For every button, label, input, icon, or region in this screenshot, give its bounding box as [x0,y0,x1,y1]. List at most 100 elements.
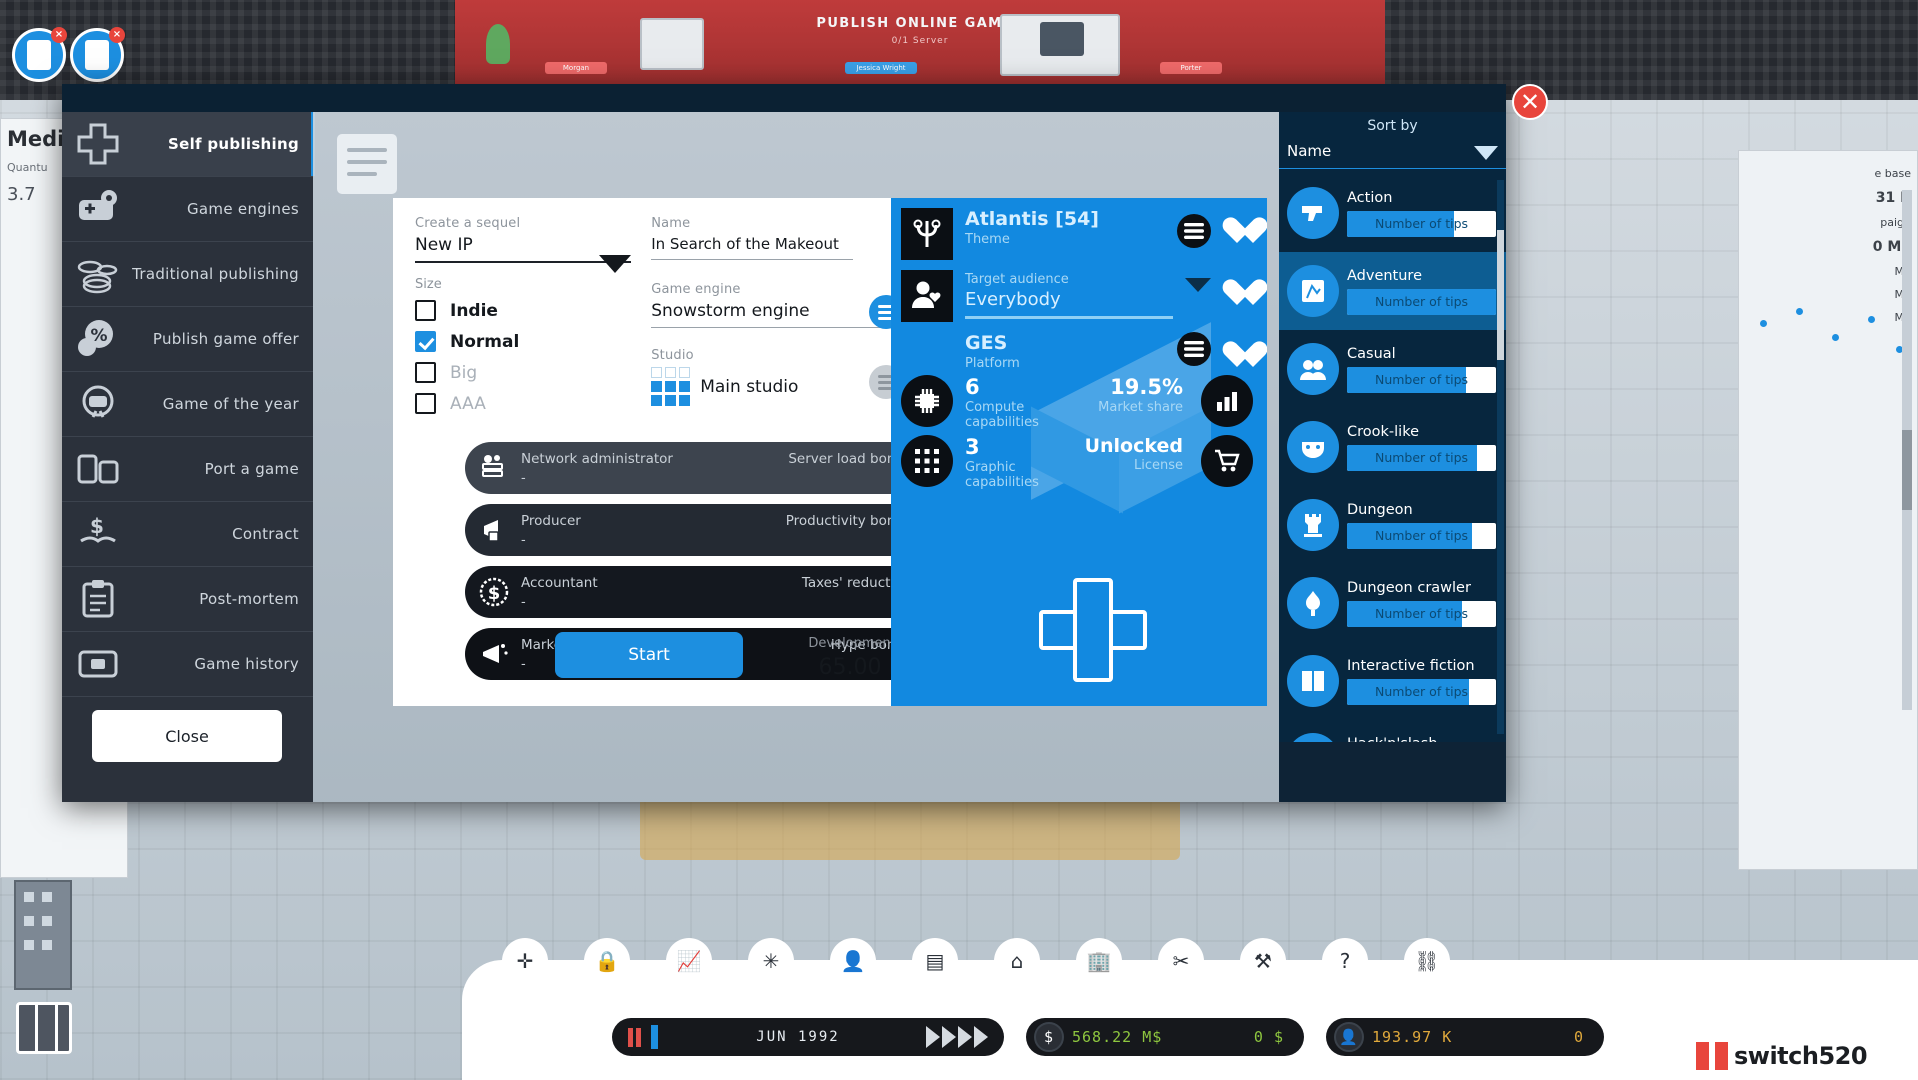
publish-online-games-banner: PUBLISH ONLINE GAMES 0/1 Server [455,0,1385,96]
start-button[interactable]: Start [555,632,743,678]
sidebar-item-port-a-game[interactable]: Port a game [62,437,313,502]
scrollbar-thumb[interactable] [1902,430,1912,510]
create-sequel-select[interactable]: New IP [415,235,631,273]
name-input[interactable]: In Search of the Makeout [651,235,853,253]
buy-license-cart-icon[interactable] [1201,434,1253,487]
role-card-producer[interactable]: Producer - Productivity bonus - [465,504,929,556]
tips-bar[interactable]: Number of tips [1347,444,1496,471]
minimized-window-1[interactable]: × [12,27,67,82]
sidebar-item-label: Contract [232,525,299,543]
sidebar-item-self-publishing[interactable]: Self publishing [62,112,315,177]
create-sequel-label: Create a sequel [415,216,521,231]
sidebar-item-game-engines[interactable]: Game engines [62,177,313,242]
megaphone-stars-icon [473,633,515,675]
genre-name: Action [1347,189,1393,206]
favorite-audience-icon[interactable] [1223,280,1253,307]
tips-bar[interactable]: Number of tips [1347,288,1496,315]
link-icon[interactable]: ⛓ [1404,938,1450,984]
size-option-big[interactable]: Big [415,362,643,383]
sidebar-item-game-of-the-year[interactable]: Game of the year [62,372,313,437]
sidebar-item-post-mortem[interactable]: Post-mortem [62,567,313,632]
platform-list-button[interactable] [1177,332,1211,366]
close-button[interactable]: Close [92,710,282,762]
genre-item-adventure[interactable]: Adventure Number of tips [1279,252,1506,330]
favorite-theme-icon[interactable] [1223,218,1253,245]
tips-placeholder: Number of tips [1374,606,1469,621]
tips-bar[interactable]: Number of tips [1347,522,1496,549]
dpad-icon[interactable]: ✛ [502,938,548,984]
checkbox-aaa[interactable] [415,393,436,414]
game-engine-value[interactable]: Snowstorm engine [651,301,903,321]
time-control-pill[interactable]: JUN 1992 [612,1018,1004,1056]
tips-bar[interactable]: Number of tips [1347,678,1496,705]
genre-item-dungeon[interactable]: Dungeon Number of tips [1279,486,1506,564]
sidebar-item-publish-game-offer[interactable]: % Publish game offer [62,307,313,372]
tips-bar[interactable]: Number of tips [1347,210,1496,237]
role-value: - [521,532,526,548]
genre-list[interactable]: Action Number of tips Adventure Number o… [1279,174,1506,742]
platform-label: Platform [965,356,1020,371]
genre-item-hack-n-slash[interactable]: Hack'n'slash Number of tips [1279,720,1506,742]
platform-row[interactable]: GES Platform [891,322,1267,371]
home-icon[interactable]: ⌂ [994,938,1040,984]
tips-bar[interactable]: Number of tips [1347,600,1496,627]
brand-text: switch520 [1734,1042,1868,1070]
genre-scrollbar[interactable] [1497,180,1504,734]
close-dialog-button[interactable]: ✕ [1512,84,1548,120]
checkbox-normal[interactable] [415,331,436,352]
genre-item-dungeon-crawler[interactable]: Dungeon crawler Number of tips [1279,564,1506,642]
employee-nametag: Jessica Wright [845,62,917,74]
genre-item-crook-like[interactable]: Crook-like Number of tips [1279,408,1506,486]
role-value: - [521,470,526,486]
book-icon [1287,655,1339,707]
camera-icon[interactable]: ▤ [912,938,958,984]
tips-bar[interactable]: Number of tips [1347,366,1496,393]
chart-icon[interactable]: 📈 [666,938,712,984]
question-icon[interactable]: ? [1322,938,1368,984]
role-card-accountant[interactable]: $ Accountant - Taxes' reduction - [465,566,929,618]
building-icon[interactable]: 🏢 [1076,938,1122,984]
audience-row[interactable]: Target audience Everybody [891,260,1267,322]
theme-row[interactable]: Atlantis [54] Theme [891,198,1267,260]
scissors-icon[interactable]: ✂ [1158,938,1204,984]
sort-by-select[interactable]: Name [1279,138,1506,169]
minimized-window-2[interactable]: × [70,27,125,82]
market-chart-icon[interactable] [1201,375,1253,427]
atom-icon[interactable]: ✳ [748,938,794,984]
fast-forward-button[interactable] [926,1026,998,1048]
chevron-down-icon [1474,146,1498,160]
size-option-label: Normal [450,331,520,352]
map-icon[interactable] [16,1002,72,1054]
percent-speech-icon: % [74,315,122,363]
scrollbar-thumb[interactable] [1497,230,1504,360]
chevron-down-icon[interactable] [1185,278,1211,292]
person-icon[interactable]: 👤 [830,938,876,984]
role-card-network-administrator[interactable]: Network administrator - Server load bonu… [465,442,929,494]
size-option-indie[interactable]: Indie [415,300,643,321]
checkbox-indie[interactable] [415,300,436,321]
building-icon [14,880,72,990]
game-date: JUN 1992 [756,1029,840,1045]
close-icon[interactable]: × [109,27,125,43]
genre-item-interactive-fiction[interactable]: Interactive fiction Number of tips [1279,642,1506,720]
studio-value[interactable]: Main studio [700,377,798,397]
page-scrollbar[interactable] [1902,190,1912,710]
lock-icon[interactable]: 🔒 [584,938,630,984]
barbell-icon[interactable]: ⚒ [1240,938,1286,984]
sidebar-item-contract[interactable]: $ Contract [62,502,313,567]
theme-list-button[interactable] [1177,214,1211,248]
pause-button[interactable] [618,1027,651,1047]
tips-placeholder: Number of tips [1374,450,1469,465]
genre-item-casual[interactable]: Casual Number of tips [1279,330,1506,408]
role-name: Network administrator [521,450,673,467]
sidebar-item-game-history[interactable]: Game history [62,632,313,697]
size-option-aaa[interactable]: AAA [415,393,643,414]
size-option-normal[interactable]: Normal [415,331,643,352]
close-icon[interactable]: × [51,27,67,43]
sidebar-item-traditional-publishing[interactable]: Traditional publishing [62,242,313,307]
brand-mark-right [1715,1042,1728,1070]
genre-item-action[interactable]: Action Number of tips [1279,174,1506,252]
watermark-brand: switch520 [1688,1032,1918,1080]
checkbox-big[interactable] [415,362,436,383]
favorite-platform-icon[interactable] [1223,342,1253,369]
